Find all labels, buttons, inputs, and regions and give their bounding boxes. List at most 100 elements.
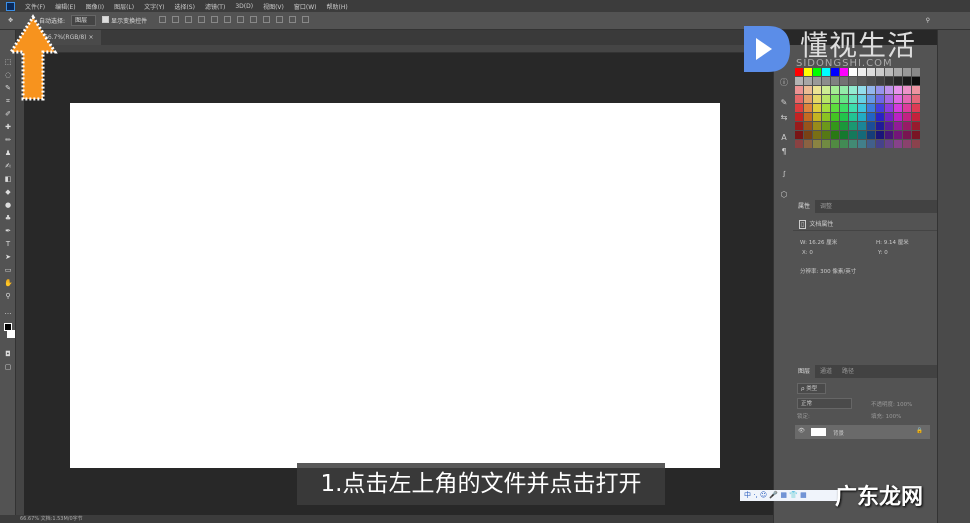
tab-adjustments[interactable]: 调整 bbox=[815, 200, 837, 213]
swatch[interactable] bbox=[912, 122, 920, 130]
menu-help[interactable]: 帮助(H) bbox=[327, 2, 348, 11]
swatch[interactable] bbox=[885, 140, 893, 148]
swatch[interactable] bbox=[912, 131, 920, 139]
menu-image[interactable]: 图像(I) bbox=[86, 2, 104, 11]
swatch[interactable] bbox=[858, 104, 866, 112]
swatch[interactable] bbox=[885, 122, 893, 130]
swatch[interactable] bbox=[885, 77, 893, 85]
swatch[interactable] bbox=[804, 113, 812, 121]
swatch[interactable] bbox=[876, 86, 884, 94]
swatch[interactable] bbox=[876, 104, 884, 112]
info-icon[interactable]: ⓘ bbox=[779, 78, 789, 88]
close-tab-icon[interactable]: × bbox=[88, 34, 93, 41]
swatch[interactable] bbox=[912, 86, 920, 94]
blur-tool-icon[interactable]: ● bbox=[4, 201, 12, 209]
swatch[interactable] bbox=[912, 140, 920, 148]
ime-toolbar[interactable]: 中 ·, ☺ 🎤 ▦ 👕 ▦ bbox=[740, 490, 840, 501]
swatch[interactable] bbox=[840, 131, 848, 139]
paragraph-icon[interactable]: ¶ bbox=[779, 147, 789, 157]
background-color-swatch[interactable] bbox=[7, 330, 15, 338]
swatch[interactable] bbox=[831, 95, 839, 103]
swatch[interactable] bbox=[849, 86, 857, 94]
swatch[interactable] bbox=[822, 104, 830, 112]
tab-paths[interactable]: 路径 bbox=[837, 365, 859, 378]
swatch[interactable] bbox=[804, 104, 812, 112]
swatch[interactable] bbox=[867, 131, 875, 139]
swatch[interactable] bbox=[795, 113, 803, 121]
auto-select-dropdown[interactable]: 图层 bbox=[71, 15, 97, 26]
swatch[interactable] bbox=[831, 77, 839, 85]
swatch[interactable] bbox=[867, 104, 875, 112]
swatch[interactable] bbox=[885, 104, 893, 112]
swatch[interactable] bbox=[876, 113, 884, 121]
swatch[interactable] bbox=[885, 131, 893, 139]
swatch[interactable] bbox=[867, 95, 875, 103]
menu-type[interactable]: 文字(Y) bbox=[144, 2, 164, 11]
swatch[interactable] bbox=[822, 86, 830, 94]
menu-file[interactable]: 文件(F) bbox=[25, 2, 45, 11]
swatch[interactable] bbox=[903, 131, 911, 139]
glyph-icon[interactable]: ꭍ bbox=[779, 170, 789, 180]
swatch[interactable] bbox=[858, 131, 866, 139]
swatch[interactable] bbox=[795, 86, 803, 94]
swatch[interactable] bbox=[840, 104, 848, 112]
blend-mode-dropdown[interactable]: 正常 bbox=[797, 398, 852, 409]
menu-window[interactable]: 窗口(W) bbox=[294, 2, 317, 11]
swatches-grid[interactable] bbox=[795, 68, 920, 148]
eraser-tool-icon[interactable]: ◧ bbox=[4, 175, 12, 183]
swatch[interactable] bbox=[822, 77, 830, 85]
swatch[interactable] bbox=[858, 77, 866, 85]
menu-layer[interactable]: 图层(L) bbox=[114, 2, 134, 11]
swatch[interactable] bbox=[804, 95, 812, 103]
swatch[interactable] bbox=[894, 77, 902, 85]
menu-select[interactable]: 选择(S) bbox=[174, 2, 195, 11]
menu-edit[interactable]: 编辑(E) bbox=[55, 2, 75, 11]
tab-properties[interactable]: 属性 bbox=[793, 200, 816, 213]
character-icon[interactable]: A bbox=[779, 133, 789, 143]
zoom-tool-icon[interactable]: ⚲ bbox=[4, 292, 12, 300]
menu-filter[interactable]: 滤镜(T) bbox=[205, 2, 225, 11]
3d-icon[interactable]: ⬡ bbox=[779, 190, 789, 200]
swatch[interactable] bbox=[849, 113, 857, 121]
swatch[interactable] bbox=[804, 122, 812, 130]
swatch[interactable] bbox=[840, 86, 848, 94]
swatch[interactable] bbox=[903, 140, 911, 148]
adjust-icon[interactable]: ⇆ bbox=[779, 113, 789, 123]
swatch[interactable] bbox=[822, 95, 830, 103]
swatch[interactable] bbox=[840, 113, 848, 121]
swatch[interactable] bbox=[912, 113, 920, 121]
y-value[interactable]: Y: 0 bbox=[878, 250, 888, 256]
swatch[interactable] bbox=[885, 86, 893, 94]
swatch[interactable] bbox=[876, 77, 884, 85]
swatch[interactable] bbox=[894, 131, 902, 139]
healing-tool-icon[interactable]: ✚ bbox=[4, 123, 12, 131]
swatch[interactable] bbox=[876, 131, 884, 139]
align-icons[interactable] bbox=[153, 16, 310, 25]
dodge-tool-icon[interactable]: ♣ bbox=[4, 214, 12, 222]
swatch[interactable] bbox=[876, 95, 884, 103]
pen-tool-icon[interactable]: ✒ bbox=[4, 227, 12, 235]
swatch[interactable] bbox=[876, 140, 884, 148]
swatch[interactable] bbox=[849, 131, 857, 139]
swatch[interactable] bbox=[849, 95, 857, 103]
swatch[interactable] bbox=[867, 86, 875, 94]
opacity-field[interactable]: 不透明度: 100% bbox=[871, 400, 912, 408]
swatch[interactable] bbox=[903, 122, 911, 130]
swatch[interactable] bbox=[894, 140, 902, 148]
swatch[interactable] bbox=[858, 140, 866, 148]
swatch[interactable] bbox=[867, 77, 875, 85]
eyedropper-tool-icon[interactable]: ✐ bbox=[4, 110, 12, 118]
swatch[interactable] bbox=[885, 113, 893, 121]
swatch[interactable] bbox=[912, 95, 920, 103]
brush-tool-icon[interactable]: ✏ bbox=[4, 136, 12, 144]
layer-row-background[interactable]: 👁 背景 🔒 bbox=[795, 425, 930, 439]
swatch[interactable] bbox=[867, 113, 875, 121]
swatch[interactable] bbox=[813, 122, 821, 130]
swatch[interactable] bbox=[804, 131, 812, 139]
swatch[interactable] bbox=[822, 113, 830, 121]
swatch[interactable] bbox=[858, 86, 866, 94]
swatch[interactable] bbox=[894, 104, 902, 112]
swatch[interactable] bbox=[858, 113, 866, 121]
tab-channels[interactable]: 通道 bbox=[815, 365, 837, 378]
swatch[interactable] bbox=[840, 77, 848, 85]
